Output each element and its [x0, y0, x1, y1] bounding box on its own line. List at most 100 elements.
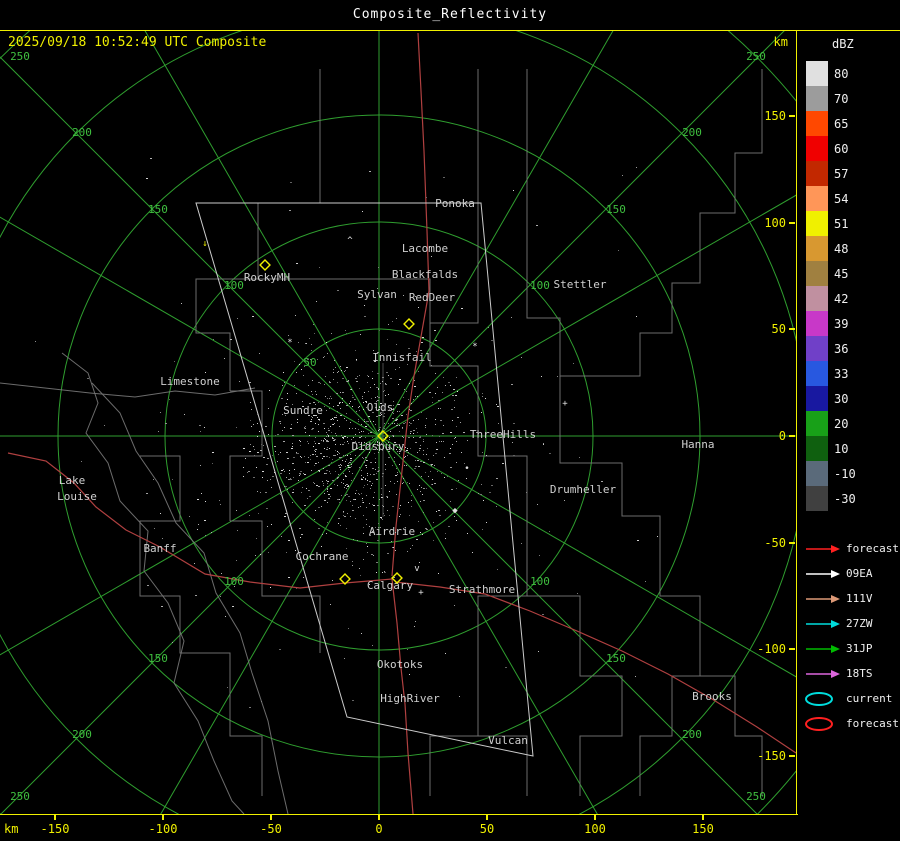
- colorbar-stop: 45: [806, 261, 856, 286]
- legend-item: forecast: [804, 711, 899, 736]
- city-label: RedDeer: [409, 291, 456, 304]
- km-unit-top: km: [773, 35, 788, 49]
- ring-label: 150: [606, 203, 626, 216]
- colorbar-stop: -10: [806, 461, 856, 486]
- highway-line: [394, 581, 796, 754]
- colorbar-value-label: 39: [834, 316, 849, 331]
- colorbar-value-label: 48: [834, 241, 849, 256]
- point-marker: +: [562, 399, 568, 409]
- x-tick-label: -150: [40, 822, 70, 836]
- point-marker: v: [414, 564, 419, 574]
- colorbar-stop: 70: [806, 86, 856, 111]
- legend-label: 111V: [846, 592, 873, 605]
- city-label: Cochrane: [296, 550, 349, 563]
- city-label: Hanna: [681, 438, 714, 451]
- colorbar-swatch: [806, 411, 828, 436]
- y-tick-label: -50: [764, 536, 786, 550]
- city-label: Calgary: [367, 579, 414, 592]
- city-label: RockyMH: [244, 271, 290, 284]
- ring-label: 150: [148, 203, 168, 216]
- boundary-line: [61, 352, 245, 814]
- colorbar-swatch: [806, 236, 828, 261]
- city-label: Airdrie: [369, 525, 415, 538]
- ring-label: 100: [530, 279, 550, 292]
- boundary-line: [429, 323, 528, 521]
- ring-label: 200: [72, 728, 92, 741]
- legend-item: forecast: [804, 536, 899, 561]
- city-label: Olds: [367, 401, 394, 414]
- x-tick: [702, 815, 704, 820]
- colorbar-swatch: [806, 161, 828, 186]
- legend-item: 31JP: [804, 636, 899, 661]
- coverage-outline: [195, 202, 534, 757]
- colorbar-value-label: 33: [834, 366, 849, 381]
- boundary-line: [559, 376, 701, 796]
- colorbar-stop: 10: [806, 436, 856, 461]
- colorbar-value-label: 54: [834, 191, 849, 206]
- legend-label: forecast: [846, 717, 899, 730]
- colorbar-swatch: [806, 486, 828, 511]
- legend-label: 09EA: [846, 567, 873, 580]
- city-label: Drumheller: [550, 483, 617, 496]
- x-tick: [486, 815, 488, 820]
- radar-site-marker: [403, 318, 415, 330]
- point-marker: ^: [347, 236, 353, 246]
- storm-ellipse-icon: [805, 716, 833, 731]
- highway-line: [391, 32, 430, 577]
- colorbar-swatch: [806, 436, 828, 461]
- frame-right-line: [796, 30, 797, 815]
- colorbar-value-label: 65: [834, 116, 849, 131]
- colorbar-stop: 33: [806, 361, 856, 386]
- radar-site-marker: [259, 259, 271, 271]
- city-label: Okotoks: [377, 658, 423, 671]
- city-label: Lake: [59, 474, 86, 487]
- colorbar-swatch: [806, 261, 828, 286]
- city-label: Sundre: [283, 404, 323, 417]
- ring-label: 200: [682, 728, 702, 741]
- radar-map[interactable]: 50 100 150 200 250 100 150 200 250 100 150 200 250 10…: [0, 31, 796, 814]
- timestamp: 2025/09/18 10:52:49 UTC Composite: [8, 35, 267, 50]
- ring-label: 250: [746, 50, 766, 63]
- ring-label: 200: [72, 126, 92, 139]
- point-marker: ↓: [202, 239, 207, 249]
- ring-label: 100: [224, 279, 244, 292]
- x-tick: [270, 815, 272, 820]
- colorbar-stop: 42: [806, 286, 856, 311]
- ring-label: 50: [303, 356, 316, 369]
- ring-label: 100: [224, 575, 244, 588]
- legend-item: 09EA: [804, 561, 899, 586]
- colorbar-swatch: [806, 61, 828, 86]
- colorbar-stop: 80: [806, 61, 856, 86]
- legend-item: 18TS: [804, 661, 899, 686]
- colorbar-swatch: [806, 186, 828, 211]
- colorbar-value-label: -10: [834, 466, 856, 481]
- colorbar-stop: 54: [806, 186, 856, 211]
- boundary-line: [258, 203, 479, 324]
- x-axis: km -150 -100 -50 0 50 100 150: [0, 815, 797, 841]
- city-label: Strathmore: [449, 583, 515, 596]
- colorbar-stop: 65: [806, 111, 856, 136]
- window-title: Composite_Reflectivity: [352, 7, 548, 22]
- x-tick: [54, 815, 56, 820]
- km-unit-bottom: km: [4, 822, 19, 836]
- ring-label: 250: [10, 790, 30, 803]
- city-label: Stettler: [554, 278, 607, 291]
- track-arrow-icon: [806, 644, 840, 653]
- colorbar-swatch: [806, 286, 828, 311]
- colorbar-title: dBZ: [832, 37, 854, 51]
- city-label: Vulcan: [488, 734, 528, 747]
- colorbar-stop: 30: [806, 386, 856, 411]
- track-arrow-icon: [806, 669, 840, 678]
- colorbar-value-label: 60: [834, 141, 849, 156]
- colorbar-stop: 20: [806, 411, 856, 436]
- city-label: Limestone: [160, 375, 220, 388]
- storm-ellipse-icon: [805, 691, 833, 706]
- ring-label: 250: [746, 790, 766, 803]
- colorbar-stop: -30: [806, 486, 856, 511]
- colorbar-swatch: [806, 461, 828, 486]
- y-tick-label: -100: [757, 642, 786, 656]
- side-panel: dBZ 80 70 65 60 57 54 51 48 45 42 39 36 33 30 20 10 -10 -…: [798, 31, 900, 841]
- city-label: Brooks: [692, 690, 732, 703]
- x-tick: [378, 815, 380, 820]
- x-tick-label: 50: [479, 822, 495, 836]
